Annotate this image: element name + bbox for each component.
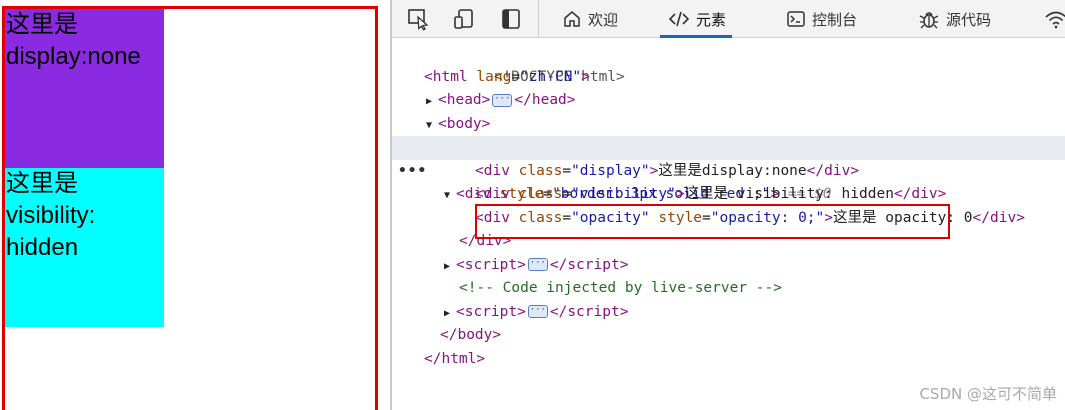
child2-attr-value: "visibility" <box>571 186 676 202</box>
device-emulation-icon[interactable] <box>452 6 478 32</box>
html-tag-name: html <box>432 68 468 85</box>
script1-close-tag-name: script <box>567 256 620 273</box>
script2-close-tag-name: script <box>567 303 620 320</box>
collapsed-ellipsis-icon[interactable]: ··· <box>527 305 548 318</box>
child1-text: 这里是display:none <box>658 162 807 179</box>
tab-welcome-label: 欢迎 <box>588 10 619 29</box>
tab-sources[interactable]: 源代码 <box>918 0 991 38</box>
dock-sidebar-icon[interactable] <box>498 6 524 32</box>
page-preview: 这里是 display:none 这里是 visibility: hidden <box>0 0 390 410</box>
script2-tag-name: script <box>464 303 518 320</box>
tab-welcome[interactable]: 欢迎 <box>562 0 618 38</box>
bordered-container <box>2 6 378 410</box>
wifi-icon <box>1045 11 1065 29</box>
body-close-tag-name: body <box>457 327 493 343</box>
inspect-icon[interactable] <box>406 6 432 32</box>
tab-sources-label: 源代码 <box>946 10 992 29</box>
console-icon <box>787 11 805 27</box>
dom-child-display[interactable]: <div class="display">这里是display:none</di… <box>475 160 859 184</box>
dom-html-close[interactable]: </html> <box>424 348 485 372</box>
child1-tag-name: div <box>483 162 510 179</box>
tab-elements-label: 元素 <box>696 10 727 29</box>
devtools-toolbar: 欢迎 元素 控制台 源代码 <box>392 0 1065 38</box>
child2-close-tag-name: div <box>911 186 938 202</box>
child1-close-tag-name: div <box>824 162 851 179</box>
comment-text: <!-- Code injected by live-server --> <box>459 280 783 296</box>
tab-console[interactable]: 控制台 <box>786 0 857 38</box>
tab-network[interactable] <box>1044 0 1065 38</box>
body-tag-name: body <box>446 115 482 132</box>
head-tag-name: head <box>446 92 482 108</box>
collapsed-ellipsis-icon[interactable]: ··· <box>492 93 513 107</box>
watermark: CSDN @这可不简单 <box>919 385 1057 403</box>
dom-body-open[interactable]: ▼ <body> <box>426 113 490 137</box>
dom-selected-div[interactable]: ••• ▼ <div style="border: 3px solid red ;… <box>392 136 1065 202</box>
dom-head[interactable]: ▶ <head> ··· </head> <box>426 89 576 113</box>
expand-triangle-icon[interactable]: ▶ <box>444 302 456 326</box>
tab-console-label: 控制台 <box>812 10 858 29</box>
child2-tag-name: div <box>483 186 510 202</box>
dom-body-close[interactable]: </body> <box>440 324 501 348</box>
html-attr-name: lang <box>476 68 512 85</box>
html-attr-value: "zh-CN" <box>520 68 582 85</box>
tab-elements[interactable]: 元素 <box>659 0 733 38</box>
collapse-triangle-icon[interactable]: ▼ <box>444 184 456 208</box>
dom-tree: <!DOCTYPE html> <html lang="zh-CN"> ▶ <he… <box>392 38 1065 410</box>
child1-attr-value: "display" <box>571 162 650 179</box>
child1-attr-name: class <box>518 162 563 179</box>
expand-triangle-icon[interactable]: ▶ <box>426 90 438 114</box>
html-close-tag-name: html <box>441 350 477 367</box>
child2-text: 这里是 visibility: hidden <box>684 186 894 202</box>
dom-doctype[interactable]: <!DOCTYPE html> <box>424 42 625 85</box>
bug-icon <box>919 12 939 29</box>
dom-child-visibility[interactable]: <div class="visibility">这里是 visibility: … <box>475 183 946 207</box>
annotation-highlight-box <box>475 204 950 239</box>
dom-comment[interactable]: <!-- Code injected by live-server --> <box>459 277 782 301</box>
collapse-triangle-icon[interactable]: ▼ <box>426 114 438 138</box>
devtools-panel: 欢迎 元素 控制台 源代码 <!DOCTYPE html> <html lang… <box>390 0 1065 410</box>
head-close-tag-name: head <box>531 92 567 108</box>
home-icon <box>564 11 580 27</box>
screen: 这里是 display:none 这里是 visibility: hidden <box>0 0 1065 410</box>
dom-script-2[interactable]: ▶ <script> ··· </script> <box>444 301 628 325</box>
toolbar-separator <box>538 0 539 38</box>
dom-script-1[interactable]: ▶ <script> ··· </script> <box>444 254 628 278</box>
dom-html-open[interactable]: <html lang="zh-CN"> <box>424 66 590 90</box>
script1-tag-name: script <box>464 256 518 273</box>
collapsed-ellipsis-icon[interactable]: ··· <box>527 258 548 271</box>
child2-attr-name: class <box>518 186 563 202</box>
expand-triangle-icon[interactable]: ▶ <box>444 255 456 279</box>
child3-close-tag-name: div <box>990 209 1017 226</box>
gutter-more-icon[interactable]: ••• <box>398 160 427 184</box>
code-brackets-icon <box>668 11 690 27</box>
